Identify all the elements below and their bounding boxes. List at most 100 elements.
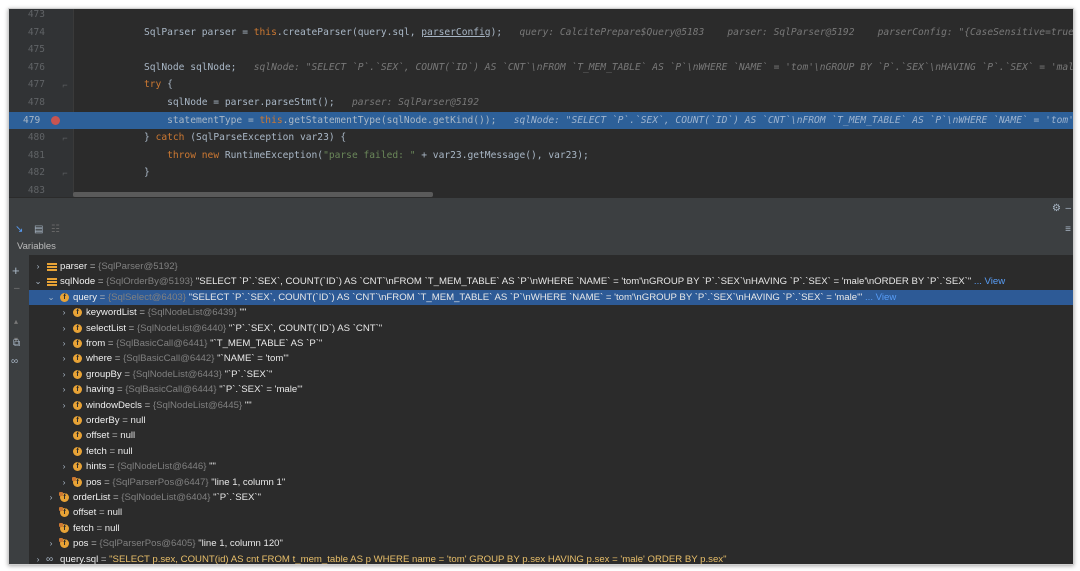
variable-row-hints[interactable]: › f hints = {SqlNodeList@6446} "" bbox=[29, 459, 1073, 474]
expand-arrow-icon[interactable]: › bbox=[33, 259, 43, 274]
variable-row-having[interactable]: › f having = {SqlBasicCall@6444} "`P`.`SEX… bbox=[29, 382, 1073, 397]
variable-row-offset[interactable]: f offset = null bbox=[29, 428, 1073, 443]
variable-type: {SqlBasicCall@6441} bbox=[116, 338, 208, 349]
expand-arrow-icon[interactable]: › bbox=[59, 367, 69, 382]
variables-header: Variables bbox=[9, 239, 1073, 256]
debug-panel-header: ⚙ – bbox=[9, 197, 1073, 224]
expand-arrow-icon[interactable]: › bbox=[59, 321, 69, 336]
line-number[interactable]: 481 bbox=[9, 147, 45, 165]
equals-sign: = bbox=[87, 261, 99, 272]
field-icon: f bbox=[73, 369, 82, 379]
variable-value: null bbox=[107, 507, 123, 519]
protected-field-icon: f bbox=[59, 522, 69, 533]
line-number[interactable]: 473 bbox=[9, 9, 45, 24]
variable-value: "`P`.`SEX`, COUNT(`ID`) AS `CNT`" bbox=[226, 322, 383, 334]
variable-type: {SqlParserPos@6405} bbox=[99, 538, 196, 550]
variable-row-fetch[interactable]: f fetch = null bbox=[29, 521, 1073, 536]
variables-title: Variables bbox=[17, 241, 56, 252]
variable-row-orderList[interactable]: › f orderList = {SqlNodeList@6404} "`P`.`S… bbox=[29, 490, 1073, 505]
variable-name: windowDecls bbox=[86, 399, 142, 411]
code-token: statementType = bbox=[144, 114, 260, 126]
layout-icon[interactable]: ≡ bbox=[1065, 224, 1071, 235]
code-line[interactable]: throw new RuntimeException("parse failed… bbox=[73, 147, 1073, 165]
variable-row-windowDecls[interactable]: › f windowDecls = {SqlNodeList@6445} "" bbox=[29, 398, 1073, 413]
expand-arrow-icon[interactable]: › bbox=[59, 398, 69, 413]
variable-type: {SqlNodeList@6440} bbox=[136, 322, 227, 334]
collapse-arrow-icon[interactable]: ⌄ bbox=[33, 274, 43, 289]
variable-row-pos[interactable]: › f pos = {SqlParserPos@6447} "line 1, col… bbox=[29, 475, 1073, 490]
fold-marker-icon[interactable]: ⌐ bbox=[61, 80, 69, 90]
expand-arrow-icon[interactable]: › bbox=[59, 475, 69, 490]
view-link[interactable]: ... View bbox=[862, 292, 896, 303]
variable-row-keywordList[interactable]: › f keywordList = {SqlNodeList@6439} "" bbox=[29, 305, 1073, 320]
view-link[interactable]: ... View bbox=[971, 276, 1005, 287]
variable-row-pos[interactable]: › f pos = {SqlParserPos@6405} "line 1, col… bbox=[29, 536, 1073, 551]
line-number[interactable]: 480 bbox=[9, 129, 45, 147]
line-number[interactable]: 478 bbox=[9, 94, 45, 112]
variable-name: orderBy bbox=[86, 415, 120, 426]
code-token: throw new bbox=[167, 149, 220, 161]
variable-row-groupBy[interactable]: › f groupBy = {SqlNodeList@6443} "`P`.`SEX… bbox=[29, 367, 1073, 382]
equals-sign: = bbox=[106, 461, 118, 473]
variable-type: {SqlSelect@6403} bbox=[107, 291, 186, 303]
threads-icon[interactable]: ☷ bbox=[51, 224, 60, 235]
line-number[interactable]: 483 bbox=[9, 182, 45, 197]
add-watch-icon[interactable]: + bbox=[12, 263, 20, 278]
variable-row-query[interactable]: ⌄ f query = {SqlSelect@6403} "SELECT `P`.`… bbox=[29, 289, 1073, 306]
expand-arrow-icon[interactable]: › bbox=[59, 459, 69, 474]
line-number[interactable]: 476 bbox=[9, 59, 45, 77]
code-line[interactable]: } bbox=[73, 164, 1073, 182]
variable-value: "SELECT p.sex, COUNT(id) AS cnt FROM t_m… bbox=[109, 553, 727, 565]
expand-arrow-icon[interactable]: › bbox=[59, 305, 69, 320]
equals-sign: = bbox=[114, 384, 126, 396]
variable-value: "SELECT `P`.`SEX`, COUNT(`ID`) AS `CNT`\… bbox=[193, 276, 972, 288]
variable-row-where[interactable]: › f where = {SqlBasicCall@6442} "`NAME` = … bbox=[29, 351, 1073, 366]
code-line[interactable]: try { bbox=[73, 76, 1073, 94]
line-number[interactable]: 474 bbox=[9, 24, 45, 42]
expand-arrow-icon[interactable]: › bbox=[46, 536, 56, 551]
variable-row-query-sql[interactable]: › ∞ query.sql = "SELECT p.sex, COUNT(id) A… bbox=[29, 552, 1073, 565]
variable-row-offset[interactable]: f offset = null bbox=[29, 505, 1073, 520]
variable-name: fetch bbox=[86, 445, 107, 457]
expand-arrow-icon[interactable]: › bbox=[59, 336, 69, 351]
expand-arrow-icon[interactable]: › bbox=[46, 490, 56, 505]
code-line[interactable]: } catch (SqlParseException var23) { bbox=[73, 129, 1073, 147]
copy-icon[interactable]: ⧉ bbox=[13, 338, 20, 349]
line-number[interactable]: 482 bbox=[9, 164, 45, 182]
fold-marker-icon[interactable]: ⌐ bbox=[61, 168, 69, 178]
code-line[interactable]: SqlNode sqlNode; sqlNode: "SELECT `P`.`S… bbox=[73, 59, 1073, 77]
code-line[interactable] bbox=[73, 41, 1073, 59]
line-number[interactable]: 477 bbox=[9, 76, 45, 94]
code-token: } bbox=[144, 132, 156, 144]
variable-row-from[interactable]: › f from = {SqlBasicCall@6441} "`T_MEM_TAB… bbox=[29, 336, 1073, 351]
variable-row-parser[interactable]: › parser = {SqlParser@5192} bbox=[29, 259, 1073, 274]
infinity-icon[interactable]: ∞ bbox=[11, 356, 18, 367]
variable-row-fetch[interactable]: f fetch = null bbox=[29, 444, 1073, 459]
minimize-icon[interactable]: – bbox=[1065, 203, 1071, 214]
variable-row-selectList[interactable]: › f selectList = {SqlNodeList@6440} "`P`.`… bbox=[29, 321, 1073, 336]
code-token: this bbox=[253, 26, 277, 38]
code-line[interactable]: sqlNode = parser.parseStmt(); parser: Sq… bbox=[73, 94, 1073, 112]
line-number[interactable]: 475 bbox=[9, 41, 45, 59]
move-up-icon[interactable]: ▴ bbox=[14, 317, 18, 326]
code-line[interactable] bbox=[73, 9, 1073, 24]
line-number[interactable]: 479 bbox=[9, 111, 73, 130]
variable-row-orderBy[interactable]: f orderBy = null bbox=[29, 413, 1073, 428]
code-editor[interactable]: 473474475476477⌐478479480⌐481482⌐4834844… bbox=[9, 9, 1073, 197]
execution-line[interactable]: statementType = this.getStatementType(sq… bbox=[73, 111, 1073, 130]
gear-icon[interactable]: ⚙ bbox=[1052, 203, 1061, 214]
frames-icon[interactable]: ▤ bbox=[34, 224, 43, 235]
expand-arrow-icon[interactable]: › bbox=[33, 552, 43, 564]
line-gutter[interactable]: 473474475476477⌐478479480⌐481482⌐4834844… bbox=[9, 9, 74, 197]
fold-marker-icon[interactable]: ⌐ bbox=[61, 133, 69, 143]
variable-value: "line 1, column 120" bbox=[195, 538, 283, 550]
variable-row-sqlNode[interactable]: ⌄ sqlNode = {SqlOrderBy@5193} "SELECT `P`… bbox=[29, 274, 1073, 289]
collapse-arrow-icon[interactable]: ⌄ bbox=[46, 290, 56, 305]
expand-arrow-icon[interactable]: › bbox=[59, 382, 69, 397]
step-icon[interactable]: ↘ bbox=[15, 224, 23, 235]
expand-arrow-icon[interactable]: › bbox=[59, 351, 69, 366]
remove-watch-icon[interactable]: – bbox=[14, 283, 20, 294]
code-line[interactable]: SqlParser parser = this.createParser(que… bbox=[73, 24, 1073, 42]
code-token: { bbox=[161, 79, 173, 91]
variables-tree[interactable]: › parser = {SqlParser@5192} ⌄ sqlNode = {Sq… bbox=[29, 255, 1073, 564]
